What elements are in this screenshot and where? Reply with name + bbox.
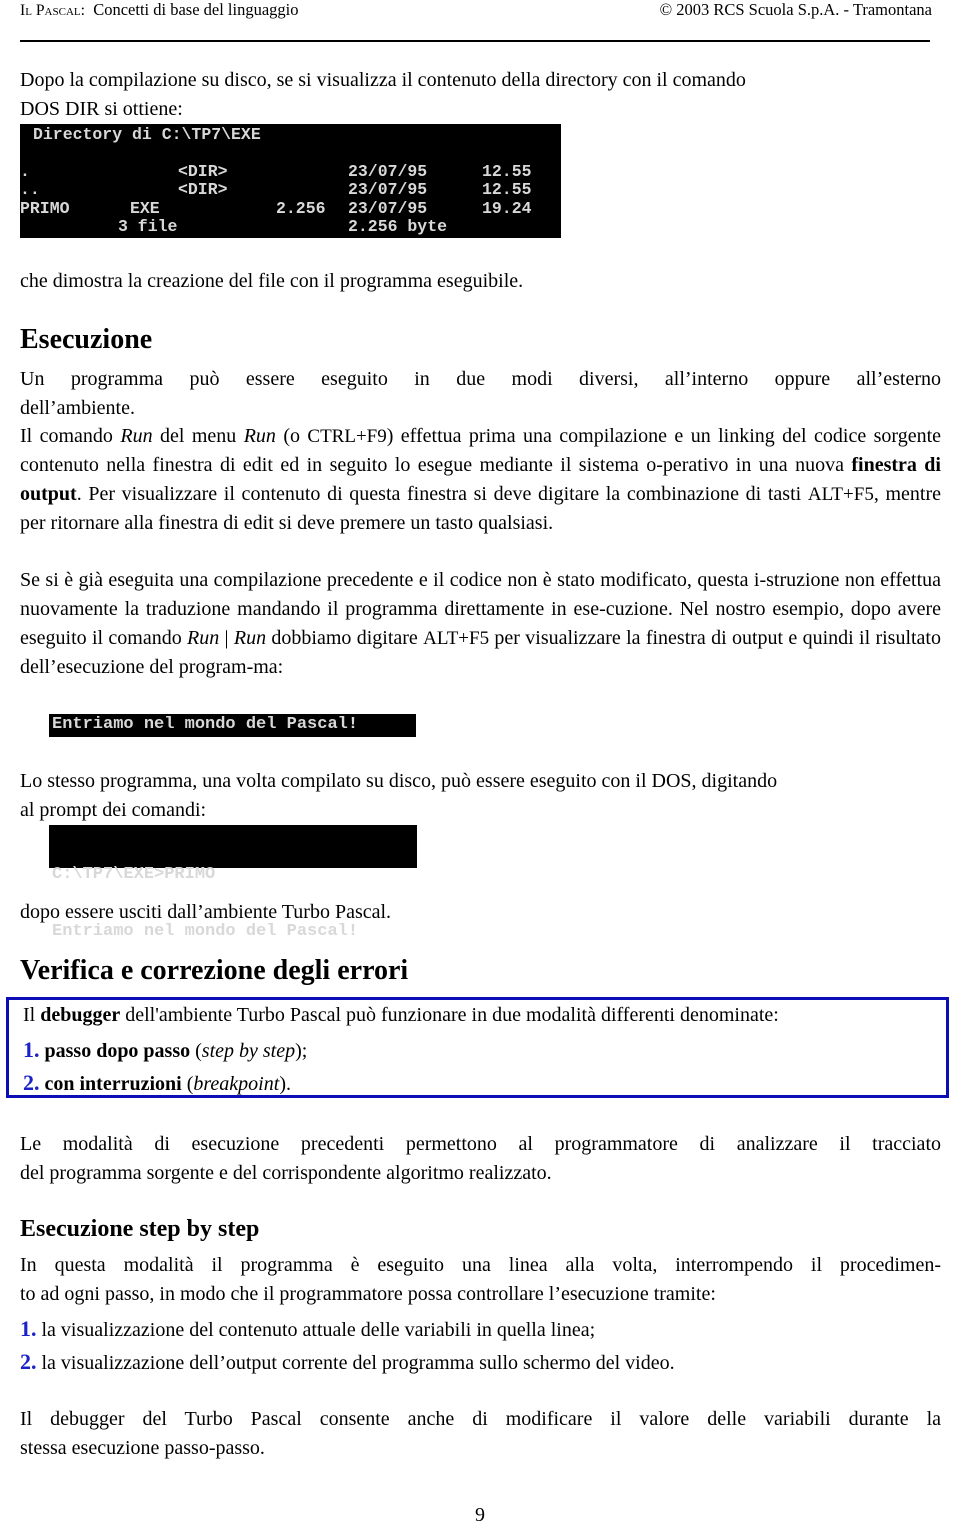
dos-prompt-line: C:\TP7\EXE>PRIMO — [52, 865, 216, 884]
page-number: 9 — [475, 1504, 485, 1526]
step-paragraph: In questa modalità il programma è esegui… — [20, 1254, 941, 1305]
heading-verifica: Verifica e correzione degli errori — [20, 955, 409, 986]
esecuzione-intro: Un programma può essere eseguito in due … — [20, 368, 941, 419]
list-item: 2. con interruzioni (breakpoint). — [23, 1070, 291, 1095]
document-page: Il Pascal: Concetti di base del linguagg… — [0, 0, 960, 1528]
modalita-paragraph: Le modalità di esecuzione precedenti per… — [20, 1133, 941, 1184]
list-item: 2. la visualizzazione dell’output corren… — [20, 1349, 675, 1374]
list-item: 1. la visualizzazione del contenuto attu… — [20, 1316, 596, 1341]
debugger-intro: Il debugger dell'ambiente Turbo Pascal p… — [23, 1004, 779, 1026]
page-header: Il Pascal: Concetti di base del linguagg… — [20, 0, 932, 22]
final-paragraph: Il debugger del Turbo Pascal consente an… — [20, 1408, 941, 1459]
header-title: Il Pascal: Concetti di base del linguagg… — [20, 0, 299, 19]
run-command-paragraph: Il comando Run del menu Run (o CTRL+F9) … — [20, 425, 942, 534]
dos-prompt-screenshot: C:\TP7\EXE>PRIMO Entriamo nel mondo del … — [49, 825, 417, 941]
header-copyright: © 2003 RCS Scuola S.p.A. - Tramontana — [659, 0, 932, 19]
shortcut-alt-f5: ALT+F5 — [807, 484, 874, 505]
output-window-screenshot: Entriamo nel mondo del Pascal! — [49, 714, 416, 737]
after-listing-text: che dimostra la creazione del file con i… — [20, 270, 524, 292]
after-dos-text: dopo essere usciti dall’ambiente Turbo P… — [20, 901, 392, 923]
shortcut-ctrl-f9: CTRL+F9 — [307, 426, 387, 447]
dir-listing-screenshot: Directory di C:\TP7\EXE . <DIR> 23/07/95… — [20, 124, 561, 238]
heading-step-by-step: Esecuzione step by step — [20, 1216, 260, 1242]
dos-run-paragraph: Lo stesso programma, una volta compilato… — [20, 770, 778, 821]
heading-esecuzione: Esecuzione — [20, 324, 153, 355]
list-item: 1. passo dopo passo (step by step); — [23, 1037, 308, 1062]
debugger-modes-box: Il debugger dell'ambiente Turbo Pascal p… — [6, 997, 949, 1098]
shortcut-alt-f5: ALT+F5 — [423, 628, 490, 649]
dir-title: Directory di C:\TP7\EXE — [33, 125, 261, 144]
recompile-paragraph: Se si è già eseguita una compilazione pr… — [20, 569, 941, 678]
intro-paragraph: Dopo la compilazione su disco, se si vis… — [20, 69, 746, 120]
header-rule — [20, 40, 930, 42]
